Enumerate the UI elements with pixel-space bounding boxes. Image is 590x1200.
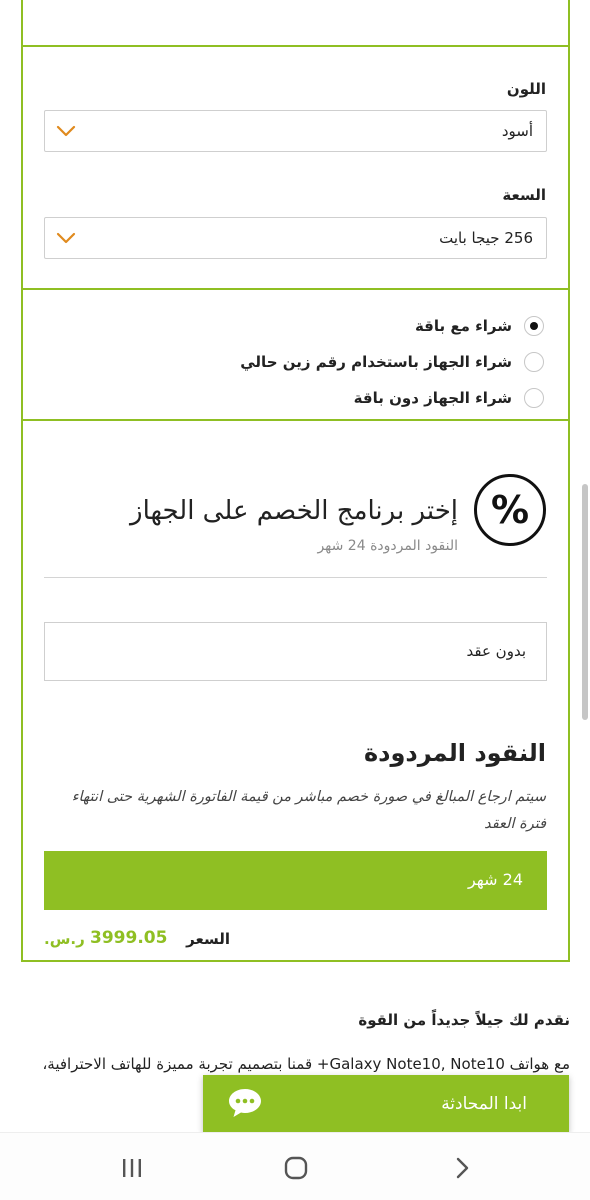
chat-button-label: ابدا المحادثة (441, 1094, 527, 1114)
storage-select[interactable]: 256 جيجا بايت (44, 217, 547, 259)
contract-select-value: بدون عقد (466, 642, 527, 660)
recent-apps-button[interactable] (117, 1153, 147, 1183)
radio-button[interactable] (524, 388, 544, 408)
purchase-option-without-plan[interactable]: شراء الجهاز دون باقة (354, 385, 544, 411)
divider-line (21, 960, 570, 962)
home-button[interactable] (281, 1153, 311, 1183)
back-icon (456, 1157, 469, 1179)
color-select[interactable]: أسود (44, 110, 547, 152)
radio-button-selected[interactable] (524, 316, 544, 336)
promo-title: نقدم لك جيلاً جديداً من القوة (358, 1011, 570, 1029)
cashback-title: النقود المردودة (363, 739, 546, 767)
system-navigation-bar (0, 1132, 590, 1200)
back-button[interactable] (447, 1153, 477, 1183)
chevron-down-icon (56, 232, 76, 244)
top-card (21, 0, 570, 47)
purchase-option-existing-number[interactable]: شراء الجهاز باستخدام رقم زين حالي (240, 349, 544, 375)
purchase-option-label: شراء الجهاز باستخدام رقم زين حالي (240, 353, 512, 371)
home-icon (284, 1156, 308, 1180)
price-label: السعر (186, 930, 230, 948)
purchase-option-with-plan[interactable]: شراء مع باقة (415, 313, 544, 339)
storage-label: السعة (502, 186, 546, 204)
purchase-option-label: شراء مع باقة (414, 317, 512, 335)
months-24-button[interactable]: 24 شهر (44, 851, 547, 910)
price-value: 3999.05 (90, 928, 168, 948)
divider-line (44, 577, 547, 578)
color-label: اللون (506, 80, 546, 98)
chat-bubble-icon (229, 1089, 261, 1117)
cashback-description: سيتم ارجاع المبالغ في صورة خصم مباشر من … (71, 789, 546, 832)
start-chat-button[interactable]: ابدا المحادثة (203, 1075, 569, 1132)
price-currency: ر.س. (44, 930, 85, 948)
recent-apps-icon (123, 1159, 141, 1177)
price-row: السعر 3999.05 ر.س. (44, 928, 230, 952)
color-select-value: أسود (501, 122, 533, 140)
contract-select[interactable]: بدون عقد (44, 622, 547, 681)
months-button-label: 24 شهر (467, 870, 523, 889)
discount-title: إختر برنامج الخصم على الجهاز (130, 496, 458, 526)
percent-icon: % (474, 474, 546, 546)
discount-subtitle: النقود المردودة 24 شهر (317, 538, 458, 554)
scrollbar-thumb[interactable] (582, 484, 588, 720)
purchase-option-label: شراء الجهاز دون باقة (353, 389, 512, 407)
storage-select-value: 256 جيجا بايت (439, 229, 533, 247)
radio-button[interactable] (524, 352, 544, 372)
chevron-down-icon (56, 125, 76, 137)
